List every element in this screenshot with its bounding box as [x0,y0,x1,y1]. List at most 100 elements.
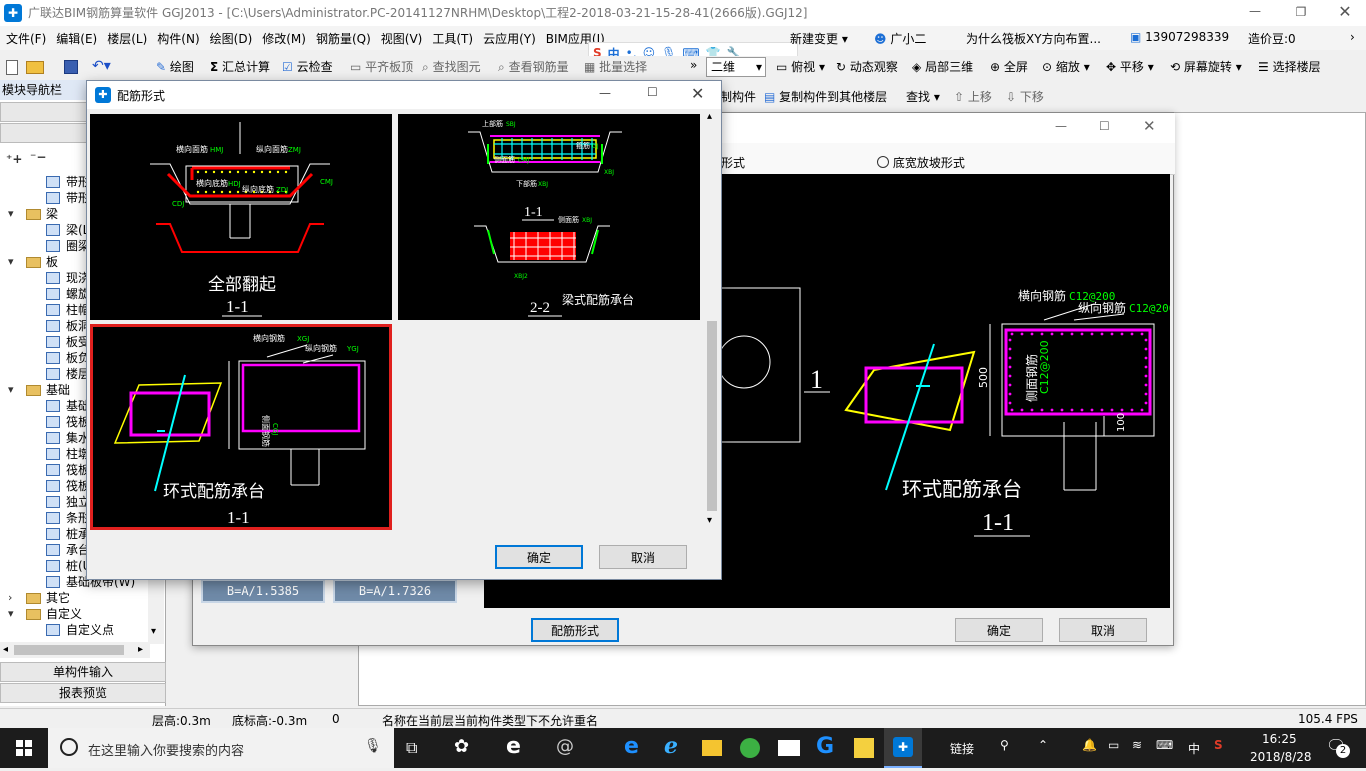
find-element-button[interactable]: ⌕ 查找图元 [422,56,481,78]
undo-icon[interactable]: ↶▾ [92,58,111,74]
view-rebar-button[interactable]: ⌕ 查看钢筋量 [498,56,569,78]
edge-blue-icon[interactable]: e [624,734,639,759]
rebar-form-button[interactable]: 配筋形式 [531,618,619,642]
dialog-maximize-icon[interactable]: ☐ [647,85,658,99]
glodon-g-icon[interactable]: G [816,734,834,759]
chevron-down-icon[interactable]: ▾ [8,382,14,398]
scroll-down-icon[interactable]: ▾ [151,626,156,637]
rebar-option-ring-type[interactable]: 横向钢筋 XGJ 纵向钢筋 YGJ 侧面钢筋 CGJ 环式配筋承台 1-1 [90,324,392,530]
toolbar-overflow-icon[interactable]: » [690,58,697,72]
mail-icon[interactable] [778,740,800,756]
user-phone[interactable]: ▣ 13907298339 [1130,30,1229,44]
draw-button[interactable]: ✎ 绘图 [156,56,194,78]
question-link[interactable]: 为什么筏板XY方向布置... [966,30,1101,47]
menu-item-2[interactable]: 楼层(L) [107,30,147,47]
chevron-down-icon[interactable]: ▾ [8,606,14,622]
top-view-button[interactable]: ▭ 俯视 ▾ [776,56,825,78]
dialog-ok-button[interactable]: 确定 [495,545,583,569]
scroll-down-icon[interactable]: ▾ [707,515,712,526]
pan-button[interactable]: ✥ 平移 ▾ [1106,56,1154,78]
save-icon[interactable] [64,60,78,74]
bottom-slope-radio[interactable]: 底宽放坡形式 [877,154,965,171]
guide-button[interactable]: ☻ 广小二 [874,30,926,47]
tree-h-scrollbar[interactable]: ◂ ▸ [0,642,150,658]
menu-item-6[interactable]: 钢筋量(Q) [316,30,371,47]
expand-all-icon[interactable]: ⁺+ [6,152,22,166]
dialog-cancel-button[interactable]: 取消 [599,545,687,569]
footing-ok-button[interactable]: 确定 [955,618,1043,642]
notification-bell-icon[interactable]: 🔔 [1082,738,1097,752]
scroll-up-icon[interactable]: ▴ [707,111,712,122]
dialog-minimize-icon[interactable]: — [599,86,611,100]
menu-item-5[interactable]: 修改(M) [262,30,306,47]
notes-icon[interactable] [854,738,874,758]
link-label[interactable]: 链接 [950,740,974,757]
battery-icon[interactable]: ▭ [1108,738,1119,752]
menu-item-0[interactable]: 文件(F) [6,30,46,47]
spiral-app-icon[interactable]: @ [556,736,574,757]
search-box[interactable]: 在这里输入你要搜索的内容 🎙 [48,728,394,768]
ie-icon[interactable]: ℯ [664,734,678,759]
microphone-icon[interactable]: 🎙 [364,738,382,754]
menu-item-9[interactable]: 云应用(Y) [483,30,536,47]
dialog-minimize-button[interactable]: — [1055,119,1067,133]
chevron-down-icon[interactable]: ▾ [8,254,14,270]
local-3d-button[interactable]: ◈ 局部三维 [912,56,973,78]
green-app-icon[interactable] [740,738,760,758]
dialog-close-icon[interactable]: ✕ [691,84,704,103]
file-explorer-icon[interactable] [702,740,722,756]
find-button[interactable]: 查找 ▾ [906,86,940,108]
open-file-icon[interactable] [26,61,44,74]
clock-date[interactable]: 2018/8/28 [1250,750,1312,764]
glodon-active-icon[interactable]: ✚ [884,728,922,768]
new-change-button[interactable]: 新建变更 ▾ [790,30,848,47]
collapse-all-icon[interactable]: ⁻− [30,150,46,164]
move-up-button[interactable]: ⇧ 上移 [954,86,992,108]
keyboard-icon[interactable]: ⌨ [1156,738,1173,752]
report-preview-tab[interactable]: 报表预览 [0,683,166,703]
cloud-check-button[interactable]: ☑ 云检查 [282,56,333,78]
ime-indicator[interactable]: 中 [1188,740,1200,757]
gallery-scrollbar[interactable]: ▴ ▾ [705,111,719,529]
chevron-right-icon[interactable]: › [8,590,12,606]
fullscreen-button[interactable]: ⊕ 全屏 [990,56,1028,78]
dynamic-view-button[interactable]: ↻ 动态观察 [836,56,898,78]
fan-app-icon[interactable]: ✿ [454,736,469,757]
rebar-option-beam-type[interactable]: 上部筋 SBJ 下部筋 XBJ 侧面筋 CMJ 箍筋 GJ XBJ 侧面筋 XB… [398,114,700,320]
new-file-icon[interactable] [6,60,18,75]
edge-icon[interactable]: e [506,734,521,759]
minimize-button[interactable]: — [1232,0,1278,26]
rotate-button[interactable]: ⟲ 屏幕旋转 ▾ [1170,56,1242,78]
menu-item-1[interactable]: 编辑(E) [56,30,97,47]
select-floor-button[interactable]: ☰ 选择楼层 [1258,56,1321,78]
menu-item-3[interactable]: 构件(N) [157,30,199,47]
batch-select-button[interactable]: ▦ 批量选择 [584,56,647,78]
zoom-button[interactable]: ⊙ 缩放 ▾ [1042,56,1090,78]
copy-component-button[interactable]: 制构件 [720,86,756,108]
menu-item-8[interactable]: 工具(T) [432,30,473,47]
start-button[interactable] [0,728,48,768]
dialog-close-button[interactable]: ✕ [1143,117,1156,135]
sogou-tray-icon[interactable]: S [1214,738,1223,752]
clock-time[interactable]: 16:25 [1262,732,1297,746]
close-button[interactable]: ✕ [1324,0,1366,26]
wifi-icon[interactable]: ≋ [1132,738,1142,752]
move-down-button[interactable]: ⇩ 下移 [1006,86,1044,108]
copy-to-floor-button[interactable]: ▤ 复制构件到其他楼层 [764,86,887,108]
menu-item-7[interactable]: 视图(V) [381,30,423,47]
dialog-maximize-button[interactable]: ☐ [1099,119,1110,133]
right-arrow-icon[interactable]: › [1350,30,1355,44]
tray-up-icon[interactable]: ⌃ [1038,738,1048,752]
align-top-button[interactable]: ▭ 平齐板顶 [350,56,413,78]
menu-item-4[interactable]: 绘图(D) [210,30,253,47]
task-view-icon[interactable]: ⧉ [406,738,417,758]
rebar-option-full-flip[interactable]: 横向面筋 HMJ 纵向面筋 ZMJ 横向底筋 HDJ 纵向底筋 ZDJ CMJ … [90,114,392,320]
view-mode-select[interactable]: 二维 ▾ [706,57,766,77]
restore-button[interactable]: ❐ [1278,0,1324,26]
chevron-down-icon[interactable]: ▾ [8,206,14,222]
rebar-dot [1008,374,1012,378]
footing-cancel-button[interactable]: 取消 [1059,618,1147,642]
single-input-tab[interactable]: 单构件输入 [0,662,166,682]
people-icon[interactable]: ⚲ [1000,738,1009,752]
sum-button[interactable]: Σ 汇总计算 [210,56,270,78]
